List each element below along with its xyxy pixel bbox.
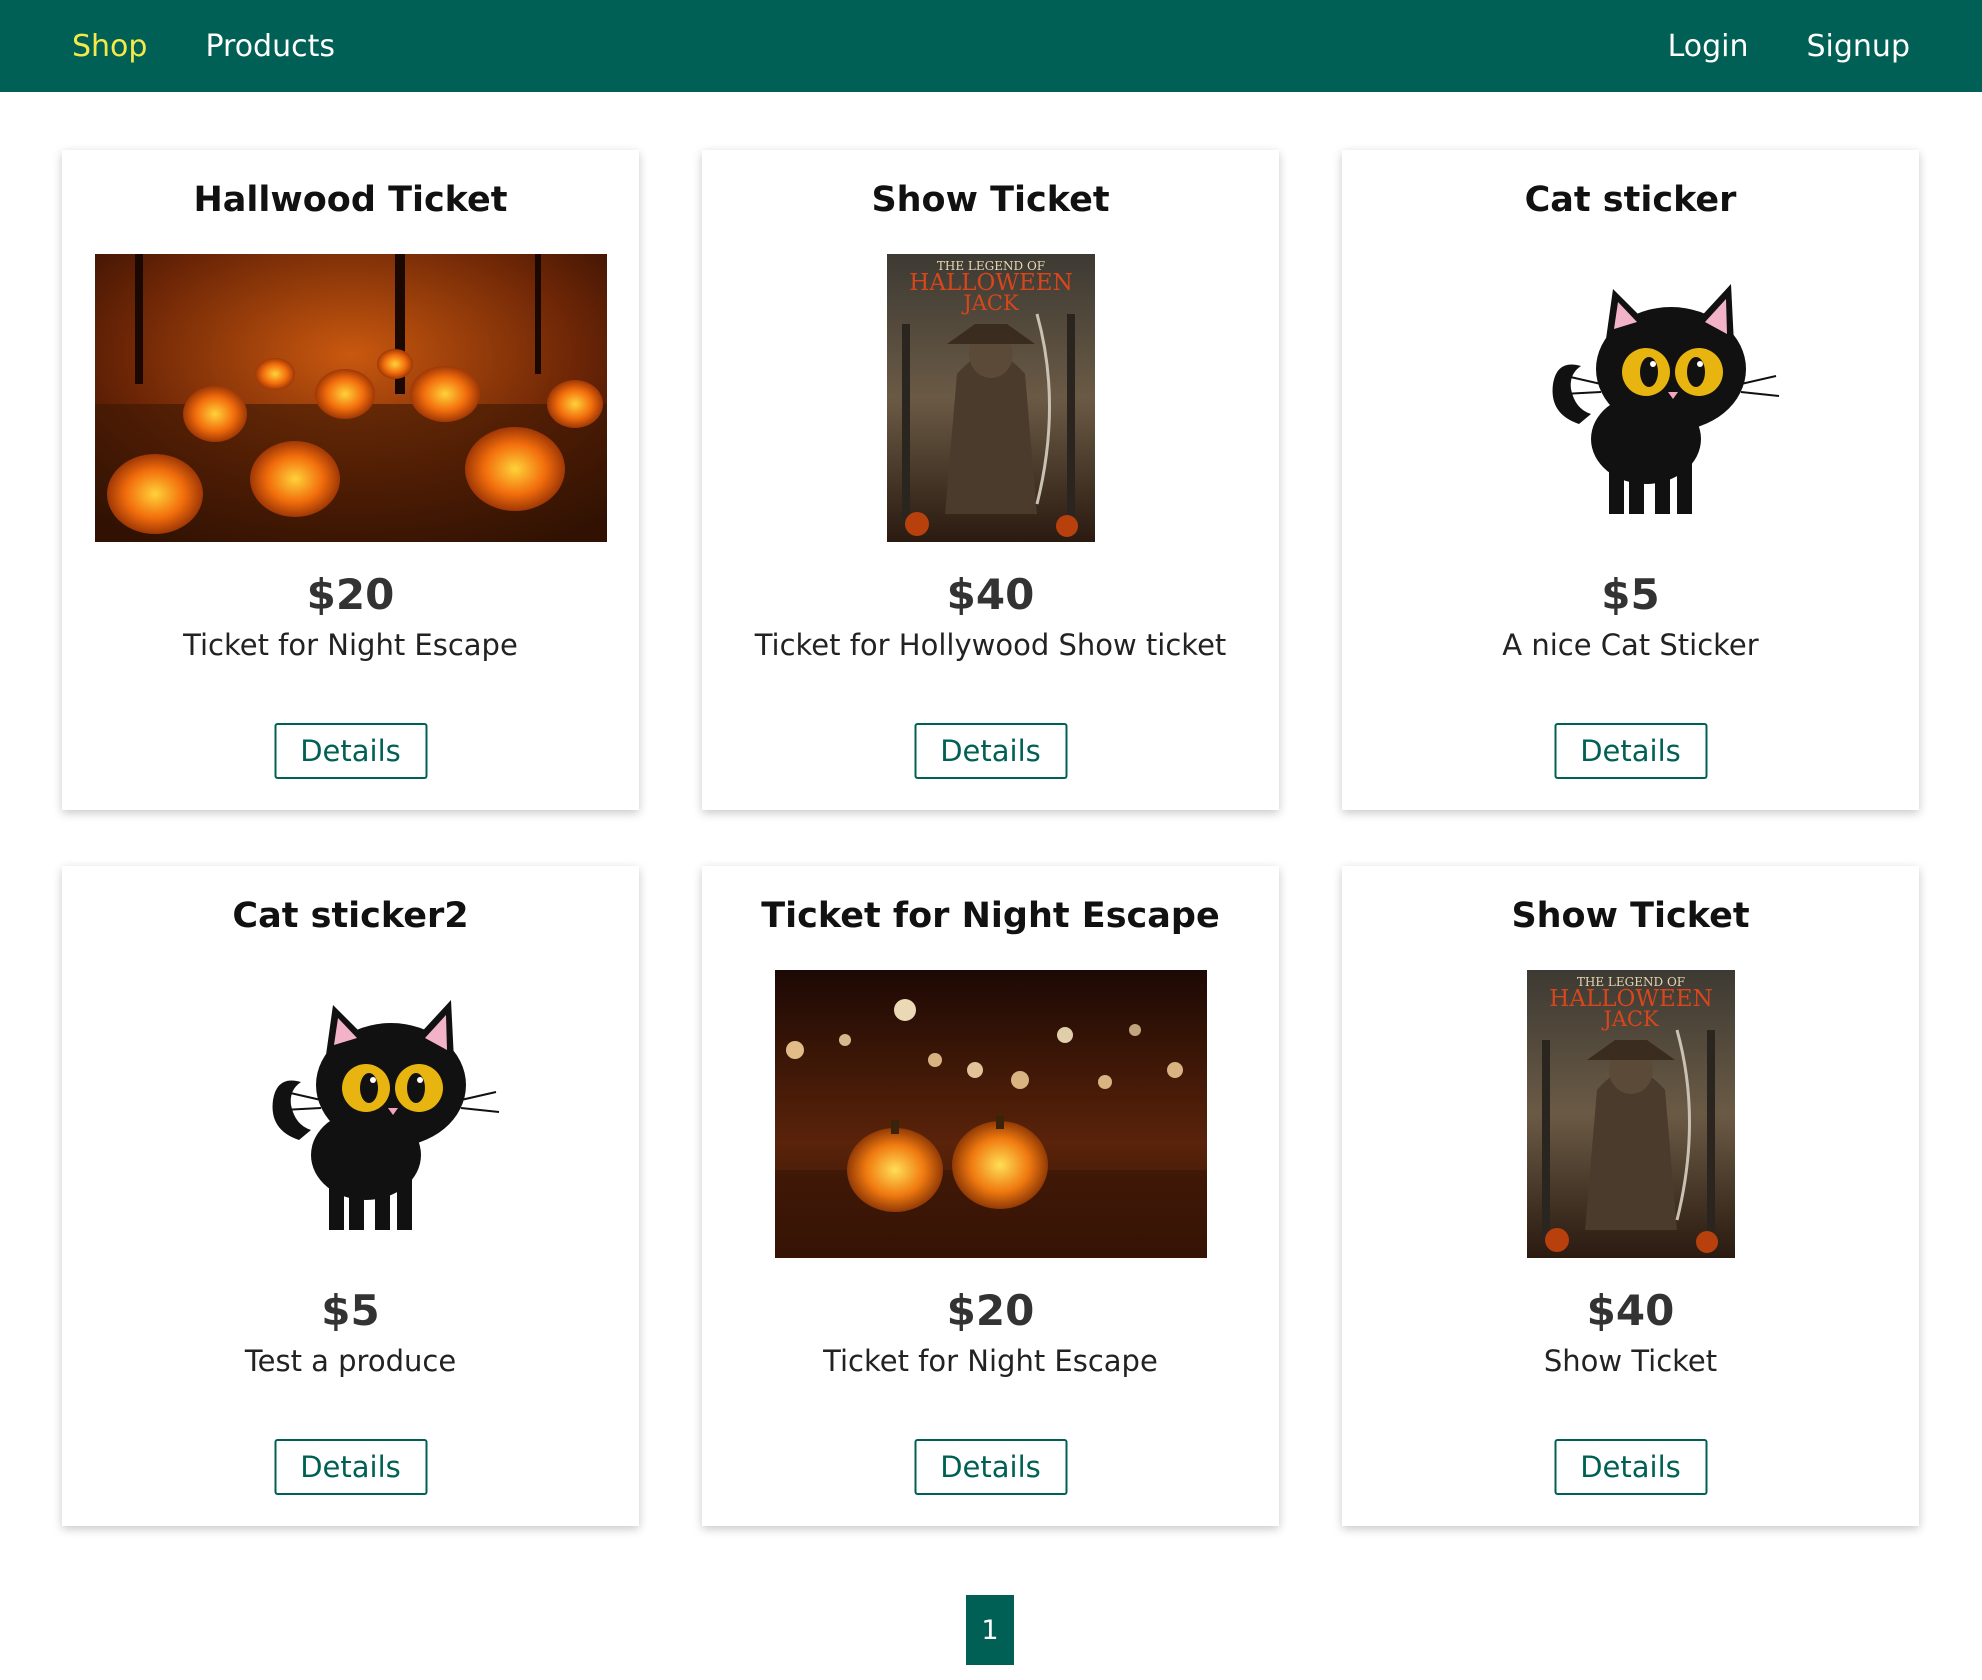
- details-button[interactable]: Details: [914, 1439, 1067, 1495]
- nav-link-signup[interactable]: Signup: [1807, 29, 1911, 64]
- product-title: Hallwood Ticket: [193, 180, 508, 220]
- nav-link-login[interactable]: Login: [1668, 29, 1749, 64]
- product-title: Ticket for Night Escape: [761, 896, 1220, 936]
- product-title: Cat sticker: [1524, 180, 1737, 220]
- pumpkin-field-image: [94, 254, 607, 542]
- product-title: Cat sticker2: [232, 896, 469, 936]
- details-button[interactable]: Details: [1554, 723, 1707, 779]
- pumpkins-bokeh-image: [774, 970, 1207, 1258]
- poster-line-3: JACK: [1601, 1007, 1659, 1031]
- product-card: Hallwood Ticket $20 Ticket for Night Esc…: [62, 150, 639, 810]
- product-title: Show Ticket: [871, 180, 1110, 220]
- details-button[interactable]: Details: [914, 723, 1067, 779]
- product-card: Show Ticket THE LEGEND OF HALLOWEEN JACK…: [702, 150, 1279, 810]
- product-price: $5: [1601, 570, 1660, 619]
- product-description: Ticket for Hollywood Show ticket: [754, 628, 1227, 662]
- black-cat-image: [1440, 254, 1821, 542]
- product-description: Ticket for Night Escape: [823, 1344, 1158, 1378]
- halloween-jack-poster: THE LEGEND OF HALLOWEEN JACK: [886, 254, 1095, 542]
- halloween-jack-poster: THE LEGEND OF HALLOWEEN JACK: [1526, 970, 1735, 1258]
- nav-link-products[interactable]: Products: [205, 29, 335, 64]
- top-navbar: Shop Products Login Signup: [0, 0, 1982, 92]
- nav-brand-shop[interactable]: Shop: [72, 29, 147, 64]
- details-button[interactable]: Details: [274, 1439, 427, 1495]
- details-button[interactable]: Details: [274, 723, 427, 779]
- poster-line-3: JACK: [961, 291, 1019, 315]
- product-price: $5: [321, 1286, 380, 1335]
- product-description: Ticket for Night Escape: [183, 628, 518, 662]
- product-description: Show Ticket: [1543, 1344, 1718, 1378]
- product-description: A nice Cat Sticker: [1502, 628, 1759, 662]
- product-card: Ticket for Night Escape $20 Ticket for N…: [702, 866, 1279, 1526]
- details-button[interactable]: Details: [1554, 1439, 1707, 1495]
- product-price: $40: [1586, 1286, 1675, 1335]
- product-title: Show Ticket: [1511, 896, 1750, 936]
- nav-left-group: Shop Products: [72, 0, 335, 92]
- product-price: $20: [306, 570, 395, 619]
- product-card: Cat sticker2 $5 Test a produce Details: [62, 866, 639, 1526]
- product-grid: Hallwood Ticket $20 Ticket for Night Esc…: [62, 150, 1920, 1526]
- pagination-page-1[interactable]: 1: [966, 1595, 1014, 1665]
- product-price: $20: [946, 1286, 1035, 1335]
- black-cat-image: [160, 970, 541, 1258]
- nav-right-group: Login Signup: [1668, 0, 1910, 92]
- product-card: Show Ticket THE LEGEND OF HALLOWEEN JACK…: [1342, 866, 1919, 1526]
- product-price: $40: [946, 570, 1035, 619]
- product-card: Cat sticker $5 A nice Cat Sticker Detail…: [1342, 150, 1919, 810]
- product-description: Test a produce: [244, 1344, 457, 1378]
